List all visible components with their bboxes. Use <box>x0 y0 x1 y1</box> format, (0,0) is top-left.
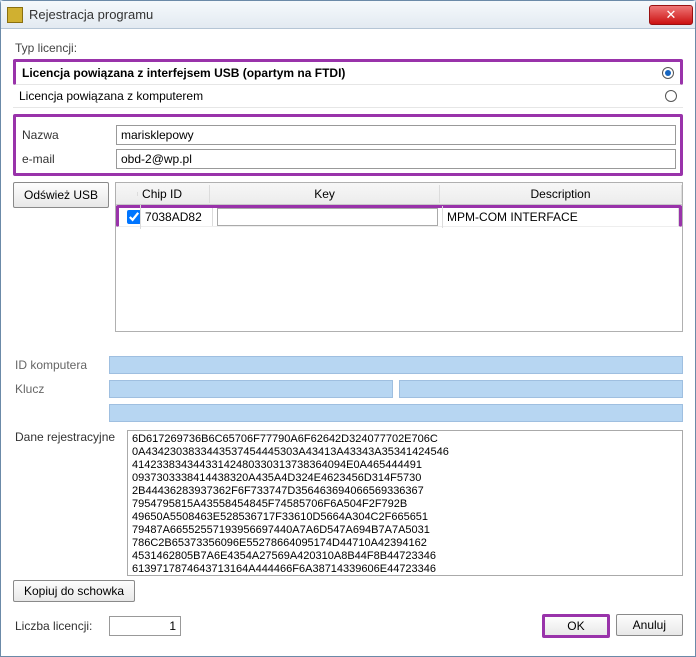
cancel-button[interactable]: Anuluj <box>616 614 683 636</box>
row-checkbox[interactable] <box>127 210 141 224</box>
license-count-input[interactable] <box>109 616 181 636</box>
row-chip: 7038AD82 <box>141 208 213 226</box>
radio-icon <box>665 90 677 102</box>
name-row: Nazwa <box>20 125 676 145</box>
key-value-1 <box>109 380 393 398</box>
extra-row <box>13 404 683 422</box>
key-value-2 <box>399 380 683 398</box>
usb-row: Odśwież USB Chip ID Key Description 7038… <box>13 182 683 332</box>
email-label: e-mail <box>20 152 116 166</box>
refresh-usb-button[interactable]: Odśwież USB <box>13 182 109 208</box>
pc-license-section: ID komputera Klucz <box>13 350 683 422</box>
row-desc: MPM-COM INTERFACE <box>443 208 679 226</box>
grid-col-desc: Description <box>440 185 682 203</box>
pcid-label: ID komputera <box>13 358 109 372</box>
regdata-section: Dane rejestracyjne 6D617269736B6C65706F7… <box>13 430 683 576</box>
window-title: Rejestracja programu <box>29 7 649 22</box>
regdata-label: Dane rejestracyjne <box>13 430 123 576</box>
option-pc-label: Licencja powiązana z komputerem <box>19 89 203 103</box>
regdata-textarea[interactable]: 6D617269736B6C65706F77790A6F62642D324077… <box>127 430 683 576</box>
copy-clipboard-button[interactable]: Kopiuj do schowka <box>13 580 135 602</box>
grid-row[interactable]: 7038AD82 MPM-COM INTERFACE <box>116 205 682 227</box>
option-pc-license[interactable]: Licencja powiązana z komputerem <box>13 85 683 108</box>
titlebar: Rejestracja programu ✕ <box>1 1 695 29</box>
option-usb-label: Licencja powiązana z interfejsem USB (op… <box>22 66 345 80</box>
bottom-row: Liczba licencji: OK Anuluj <box>13 614 683 638</box>
email-row: e-mail <box>20 149 676 169</box>
dialog-window: Rejestracja programu ✕ Typ licencji: Lic… <box>0 0 696 657</box>
copy-row: Kopiuj do schowka <box>13 580 683 602</box>
name-label: Nazwa <box>20 128 116 142</box>
email-input[interactable] <box>116 149 676 169</box>
dialog-body: Typ licencji: Licencja powiązana z inter… <box>1 29 695 656</box>
close-icon[interactable]: ✕ <box>649 5 693 25</box>
extra-value <box>109 404 683 422</box>
row-key-input[interactable] <box>217 208 438 226</box>
key-label: Klucz <box>13 382 109 396</box>
name-input[interactable] <box>116 125 676 145</box>
option-usb-license[interactable]: Licencja powiązana z interfejsem USB (op… <box>13 59 683 85</box>
name-email-group: Nazwa e-mail <box>13 114 683 176</box>
license-count-label: Liczba licencji: <box>13 619 109 633</box>
dialog-buttons: OK Anuluj <box>542 614 683 638</box>
grid-header: Chip ID Key Description <box>116 183 682 205</box>
key-row: Klucz <box>13 380 683 398</box>
pcid-value <box>109 356 683 374</box>
device-grid: Chip ID Key Description 7038AD82 MPM-COM… <box>115 182 683 332</box>
ok-button[interactable]: OK <box>542 614 609 638</box>
grid-col-check <box>116 192 138 196</box>
license-type-label: Typ licencji: <box>15 41 683 55</box>
grid-col-chip: Chip ID <box>138 185 210 203</box>
app-icon <box>7 7 23 23</box>
radio-icon <box>662 67 674 79</box>
pcid-row: ID komputera <box>13 356 683 374</box>
grid-col-key: Key <box>210 185 440 203</box>
